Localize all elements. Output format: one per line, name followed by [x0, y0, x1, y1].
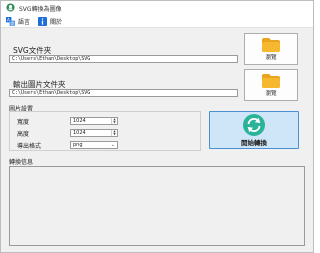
menu-bar: A 文 語言 關於: [1, 14, 313, 28]
output-folder-browse-label: 瀏覽: [265, 90, 277, 97]
width-value: 1024: [73, 118, 86, 124]
spin-down-icon[interactable]: ▼: [112, 121, 117, 124]
height-value: 1024: [73, 130, 86, 136]
height-spinbox[interactable]: 1024 ▲ ▼: [70, 129, 118, 137]
width-label: 寬度: [17, 119, 30, 126]
width-spinbox[interactable]: 1024 ▲ ▼: [70, 117, 118, 125]
format-select[interactable]: png ⌄: [70, 141, 118, 149]
menu-about-label: 關於: [50, 18, 63, 26]
start-convert-button[interactable]: 開始轉換: [209, 111, 299, 149]
info-icon: [38, 16, 47, 26]
height-label: 高度: [17, 131, 30, 138]
app-icon: [6, 3, 15, 12]
svg-text:文: 文: [11, 20, 15, 26]
spin-down-icon[interactable]: ▼: [112, 133, 117, 136]
svg-folder-path-input[interactable]: C:\Users\Ethan\Desktop\SVG: [9, 55, 238, 63]
menu-language[interactable]: A 文 語言: [6, 16, 30, 26]
menu-about[interactable]: 關於: [38, 16, 62, 26]
menu-language-label: 語言: [18, 18, 31, 26]
folder-icon: [262, 73, 280, 88]
chevron-down-icon: ⌄: [110, 142, 115, 148]
log-title: 轉換信息: [9, 159, 34, 166]
window-title: SVG轉換為圖像: [19, 6, 62, 13]
start-convert-label: 開始轉換: [241, 138, 267, 147]
output-folder-path-input[interactable]: C:\Users\Ethan\Desktop\SVG: [9, 89, 238, 97]
conversion-log-textarea[interactable]: [9, 166, 305, 246]
svg-folder-browse-label: 瀏覽: [265, 54, 277, 61]
folder-icon: [262, 37, 280, 52]
format-label: 導出格式: [17, 143, 42, 150]
format-value: png: [73, 142, 83, 148]
width-spin-arrows[interactable]: ▲ ▼: [111, 118, 117, 124]
refresh-icon: [243, 113, 265, 136]
svg-folder-browse-button[interactable]: 瀏覽: [244, 33, 298, 65]
app-window: SVG轉換為圖像 A 文 語言 關於 SVG文件夾 C:\Users\Ethan…: [0, 0, 314, 253]
language-icon: A 文: [6, 16, 15, 26]
title-bar: SVG轉換為圖像: [1, 1, 313, 14]
height-spin-arrows[interactable]: ▲ ▼: [111, 130, 117, 136]
output-folder-browse-button[interactable]: 瀏覽: [244, 69, 298, 101]
